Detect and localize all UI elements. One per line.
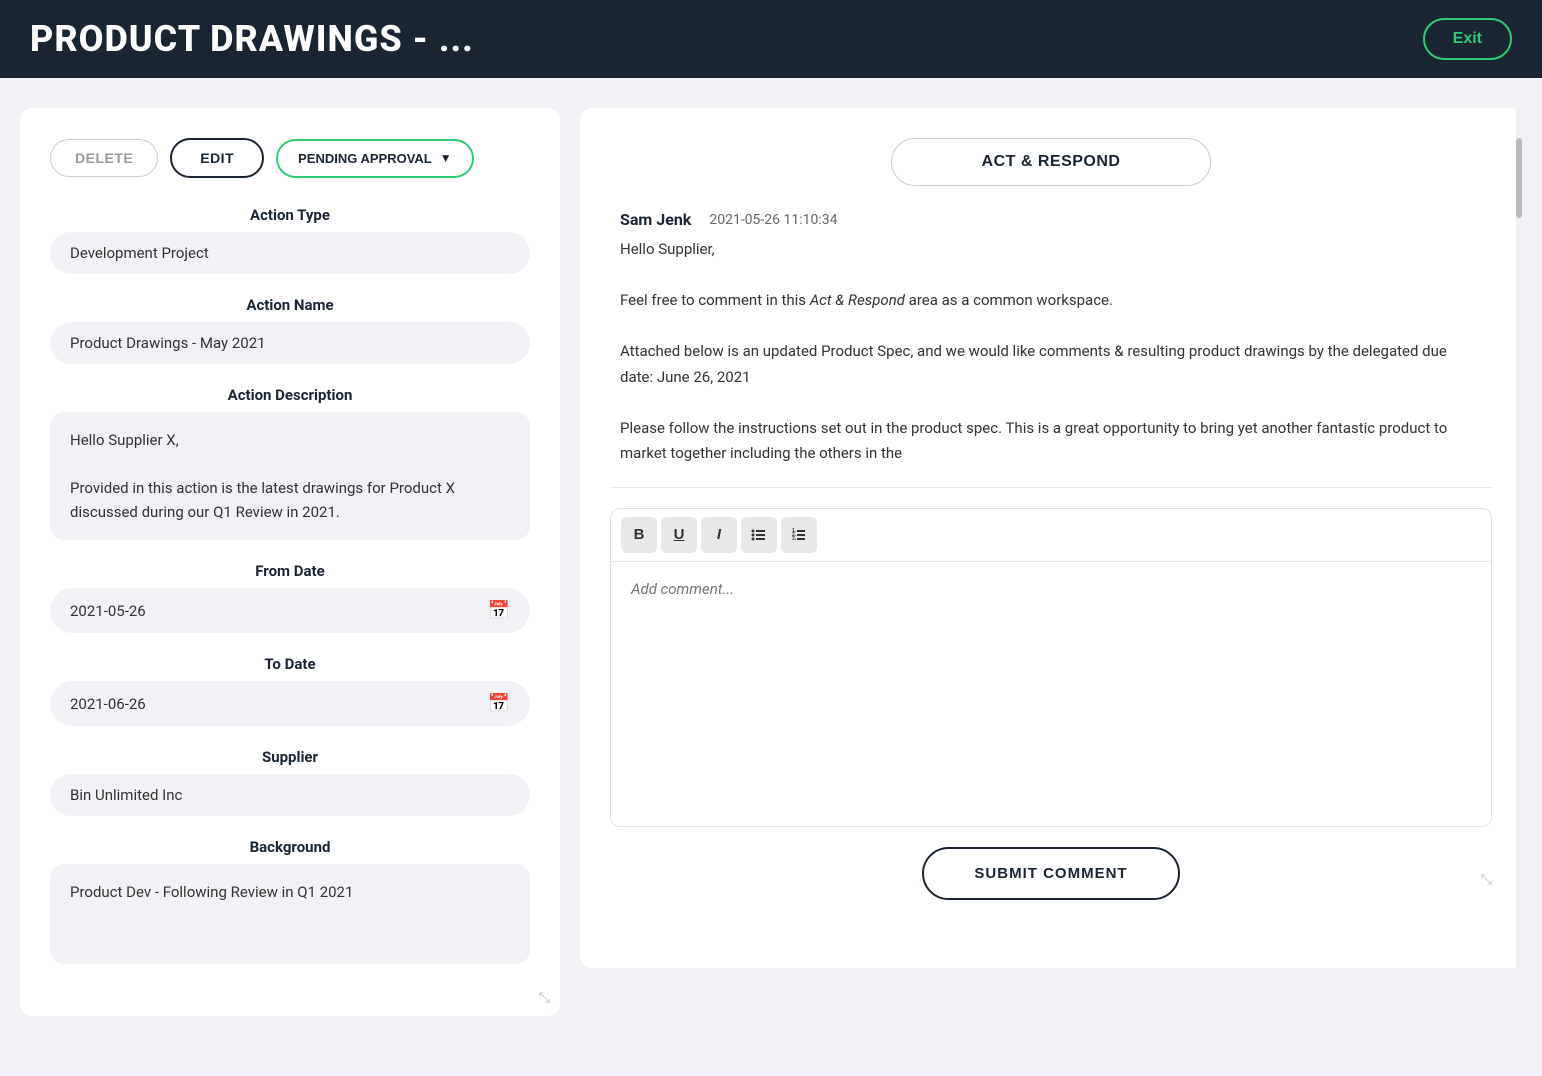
delete-button[interactable]: DELETE bbox=[50, 139, 158, 177]
message-line2: Attached below is an updated Product Spe… bbox=[620, 339, 1482, 390]
right-panel: ACT & RESPOND Sam Jenk 2021-05-26 11:10:… bbox=[580, 108, 1522, 968]
message-area: Sam Jenk 2021-05-26 11:10:34 Hello Suppl… bbox=[610, 210, 1492, 467]
supplier-field: Supplier Bin Unlimited Inc bbox=[50, 748, 530, 816]
description-line2: Provided in this action is the latest dr… bbox=[70, 479, 455, 521]
divider bbox=[610, 487, 1492, 488]
message-body: Hello Supplier, Feel free to comment in … bbox=[620, 237, 1482, 467]
app-header: PRODUCT DRAWINGS - ... Exit bbox=[0, 0, 1542, 78]
from-date-value: 2021-05-26 bbox=[70, 602, 488, 620]
action-name-value: Product Drawings - May 2021 bbox=[50, 322, 530, 364]
submit-comment-button[interactable]: SUBMIT COMMENT bbox=[922, 847, 1179, 900]
background-field: Background Product Dev - Following Revie… bbox=[50, 838, 530, 964]
calendar-icon: 📅 bbox=[488, 600, 510, 621]
underline-button[interactable]: U bbox=[661, 517, 697, 553]
left-panel: DELETE EDIT PENDING APPROVAL ▼ Action Ty… bbox=[20, 108, 560, 1016]
background-label: Background bbox=[50, 838, 530, 856]
action-description-label: Action Description bbox=[50, 386, 530, 404]
pending-approval-button[interactable]: PENDING APPROVAL ▼ bbox=[276, 139, 474, 178]
supplier-value: Bin Unlimited Inc bbox=[50, 774, 530, 816]
bullet-list-icon bbox=[751, 527, 767, 543]
message-timestamp: 2021-05-26 11:10:34 bbox=[709, 212, 837, 228]
main-content: DELETE EDIT PENDING APPROVAL ▼ Action Ty… bbox=[0, 78, 1542, 1046]
message-header: Sam Jenk 2021-05-26 11:10:34 bbox=[620, 210, 1482, 229]
action-description-value: Hello Supplier X, Provided in this actio… bbox=[50, 412, 530, 540]
action-type-value: Development Project bbox=[50, 232, 530, 274]
format-toolbar: B U I 1. bbox=[611, 509, 1491, 562]
message-author: Sam Jenk bbox=[620, 210, 691, 229]
comment-input[interactable] bbox=[611, 562, 1491, 822]
to-date-input[interactable]: 2021-06-26 📅 bbox=[50, 681, 530, 726]
from-date-label: From Date bbox=[50, 562, 530, 580]
pending-label: PENDING APPROVAL bbox=[298, 151, 432, 166]
numbered-list-icon: 1. 2. 3. bbox=[791, 527, 807, 543]
comment-container: B U I 1. bbox=[610, 508, 1492, 827]
background-value: Product Dev - Following Review in Q1 202… bbox=[50, 864, 530, 964]
dropdown-arrow-icon: ▼ bbox=[440, 151, 452, 165]
to-date-value: 2021-06-26 bbox=[70, 695, 488, 713]
to-date-label: To Date bbox=[50, 655, 530, 673]
bullet-list-button[interactable] bbox=[741, 517, 777, 553]
action-name-field: Action Name Product Drawings - May 2021 bbox=[50, 296, 530, 364]
page-title: PRODUCT DRAWINGS - ... bbox=[30, 18, 474, 60]
scrollbar[interactable] bbox=[1516, 108, 1522, 968]
action-description-field: Action Description Hello Supplier X, Pro… bbox=[50, 386, 530, 540]
description-line1: Hello Supplier X, bbox=[70, 431, 179, 449]
svg-text:3.: 3. bbox=[792, 536, 797, 542]
scroll-thumb bbox=[1516, 138, 1522, 218]
act-respond-button[interactable]: ACT & RESPOND bbox=[891, 138, 1211, 186]
supplier-label: Supplier bbox=[50, 748, 530, 766]
message-greeting: Hello Supplier, bbox=[620, 237, 1482, 263]
resize-handle-comment-icon: ⤡ bbox=[1481, 872, 1492, 888]
calendar-icon-to: 📅 bbox=[488, 693, 510, 714]
action-name-label: Action Name bbox=[50, 296, 530, 314]
numbered-list-button[interactable]: 1. 2. 3. bbox=[781, 517, 817, 553]
message-line3: Please follow the instructions set out i… bbox=[620, 416, 1482, 467]
message-line1: Feel free to comment in this Act & Respo… bbox=[620, 288, 1482, 314]
to-date-field: To Date 2021-06-26 📅 bbox=[50, 655, 530, 726]
bold-button[interactable]: B bbox=[621, 517, 657, 553]
action-type-field: Action Type Development Project bbox=[50, 206, 530, 274]
from-date-input[interactable]: 2021-05-26 📅 bbox=[50, 588, 530, 633]
action-type-label: Action Type bbox=[50, 206, 530, 224]
edit-button[interactable]: EDIT bbox=[170, 138, 264, 178]
resize-handle-icon: ⤡ bbox=[539, 990, 550, 1006]
exit-button[interactable]: Exit bbox=[1423, 18, 1512, 60]
italic-button[interactable]: I bbox=[701, 517, 737, 553]
action-toolbar: DELETE EDIT PENDING APPROVAL ▼ bbox=[50, 138, 530, 178]
from-date-field: From Date 2021-05-26 📅 bbox=[50, 562, 530, 633]
